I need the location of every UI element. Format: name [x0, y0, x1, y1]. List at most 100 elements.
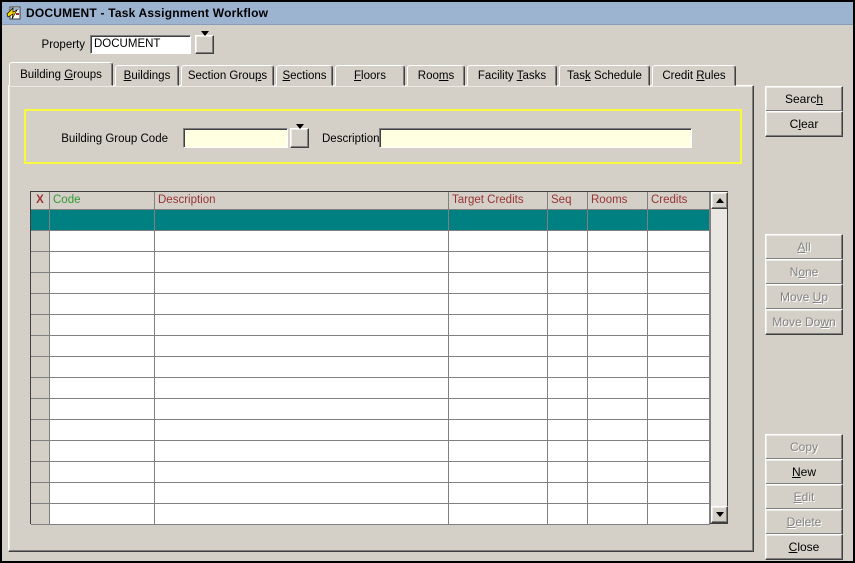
- grid-cell-description[interactable]: [155, 294, 449, 315]
- grid-cell-target-credits[interactable]: [449, 378, 548, 399]
- grid-cell-rooms[interactable]: [588, 336, 648, 357]
- tab-building-groups[interactable]: Building Groups: [9, 62, 113, 86]
- grid-cell-credits[interactable]: [648, 420, 710, 441]
- grid-cell-seq[interactable]: [548, 231, 588, 252]
- row-selector-cell[interactable]: [31, 315, 50, 336]
- grid-cell-code[interactable]: [50, 462, 155, 483]
- grid-cell-target-credits[interactable]: [449, 420, 548, 441]
- grid-cell-seq[interactable]: [548, 252, 588, 273]
- table-row[interactable]: [31, 483, 710, 504]
- row-selector-cell[interactable]: [31, 336, 50, 357]
- grid-cell-seq[interactable]: [548, 441, 588, 462]
- grid-cell-code[interactable]: [50, 336, 155, 357]
- grid-cell-credits[interactable]: [648, 462, 710, 483]
- grid-cell-description[interactable]: [155, 210, 449, 231]
- grid-cell-credits[interactable]: [648, 273, 710, 294]
- grid-cell-credits[interactable]: [648, 504, 710, 525]
- row-selector-cell[interactable]: [31, 378, 50, 399]
- grid-cell-seq[interactable]: [548, 336, 588, 357]
- grid-cell-seq[interactable]: [548, 378, 588, 399]
- grid-cell-description[interactable]: [155, 252, 449, 273]
- grid-cell-rooms[interactable]: [588, 420, 648, 441]
- row-selector-cell[interactable]: [31, 420, 50, 441]
- table-row[interactable]: [31, 462, 710, 483]
- grid-cell-code[interactable]: [50, 441, 155, 462]
- grid-cell-code[interactable]: [50, 273, 155, 294]
- grid-cell-target-credits[interactable]: [449, 294, 548, 315]
- grid-cell-rooms[interactable]: [588, 210, 648, 231]
- grid-cell-target-credits[interactable]: [449, 441, 548, 462]
- grid-cell-rooms[interactable]: [588, 294, 648, 315]
- table-row[interactable]: [31, 315, 710, 336]
- grid-cell-code[interactable]: [50, 378, 155, 399]
- table-row[interactable]: [31, 441, 710, 462]
- grid-cell-code[interactable]: [50, 483, 155, 504]
- grid-cell-code[interactable]: [50, 231, 155, 252]
- grid-cell-credits[interactable]: [648, 357, 710, 378]
- tab-floors[interactable]: Floors: [335, 65, 405, 86]
- copy-button[interactable]: Copy: [765, 434, 843, 460]
- grid-cell-code[interactable]: [50, 315, 155, 336]
- row-selector-cell[interactable]: [31, 357, 50, 378]
- grid-cell-credits[interactable]: [648, 378, 710, 399]
- grid-cell-rooms[interactable]: [588, 357, 648, 378]
- grid-cell-target-credits[interactable]: [449, 231, 548, 252]
- grid-cell-credits[interactable]: [648, 294, 710, 315]
- grid-cell-target-credits[interactable]: [449, 504, 548, 525]
- tab-facility-tasks[interactable]: Facility Tasks: [467, 65, 557, 86]
- grid-cell-description[interactable]: [155, 399, 449, 420]
- grid-cell-seq[interactable]: [548, 399, 588, 420]
- new-button[interactable]: New: [765, 459, 843, 485]
- grid-cell-rooms[interactable]: [588, 462, 648, 483]
- grid-cell-description[interactable]: [155, 420, 449, 441]
- row-selector-cell[interactable]: [31, 441, 50, 462]
- row-selector-cell[interactable]: [31, 504, 50, 525]
- search-button[interactable]: Search: [765, 86, 843, 112]
- grid-cell-rooms[interactable]: [588, 315, 648, 336]
- property-field[interactable]: DOCUMENT: [90, 35, 191, 54]
- table-row[interactable]: [31, 231, 710, 252]
- row-selector-cell[interactable]: [31, 210, 50, 231]
- grid-cell-target-credits[interactable]: [449, 336, 548, 357]
- tab-task-schedule[interactable]: Task Schedule: [559, 65, 650, 86]
- grid-cell-credits[interactable]: [648, 399, 710, 420]
- row-selector-cell[interactable]: [31, 462, 50, 483]
- grid-cell-description[interactable]: [155, 231, 449, 252]
- grid-cell-seq[interactable]: [548, 504, 588, 525]
- table-row[interactable]: [31, 399, 710, 420]
- tab-buildings[interactable]: Buildings: [115, 65, 179, 86]
- delete-button[interactable]: Delete: [765, 509, 843, 535]
- grid-cell-target-credits[interactable]: [449, 315, 548, 336]
- move-up-button[interactable]: Move Up: [765, 284, 843, 310]
- grid-cell-rooms[interactable]: [588, 504, 648, 525]
- grid-cell-credits[interactable]: [648, 315, 710, 336]
- none-button[interactable]: None: [765, 259, 843, 285]
- building-group-code-dropdown-button[interactable]: [290, 128, 309, 148]
- row-selector-cell[interactable]: [31, 294, 50, 315]
- table-row[interactable]: [31, 210, 710, 231]
- grid-cell-seq[interactable]: [548, 210, 588, 231]
- move-down-button[interactable]: Move Down: [765, 309, 843, 335]
- building-group-code-input[interactable]: [183, 128, 288, 148]
- grid-cell-seq[interactable]: [548, 357, 588, 378]
- grid-cell-seq[interactable]: [548, 420, 588, 441]
- grid-cell-seq[interactable]: [548, 483, 588, 504]
- scroll-down-button[interactable]: [711, 506, 728, 523]
- grid-cell-target-credits[interactable]: [449, 210, 548, 231]
- property-dropdown-button[interactable]: [195, 35, 214, 54]
- description-input[interactable]: [379, 128, 692, 148]
- grid-cell-description[interactable]: [155, 315, 449, 336]
- grid-cell-seq[interactable]: [548, 273, 588, 294]
- grid-cell-credits[interactable]: [648, 252, 710, 273]
- table-row[interactable]: [31, 252, 710, 273]
- row-selector-cell[interactable]: [31, 273, 50, 294]
- grid-cell-rooms[interactable]: [588, 252, 648, 273]
- grid-cell-target-credits[interactable]: [449, 399, 548, 420]
- grid-cell-rooms[interactable]: [588, 441, 648, 462]
- close-button[interactable]: Close: [765, 534, 843, 560]
- all-button[interactable]: All: [765, 234, 843, 260]
- grid-cell-credits[interactable]: [648, 210, 710, 231]
- table-row[interactable]: [31, 273, 710, 294]
- grid-cell-rooms[interactable]: [588, 231, 648, 252]
- row-selector-cell[interactable]: [31, 231, 50, 252]
